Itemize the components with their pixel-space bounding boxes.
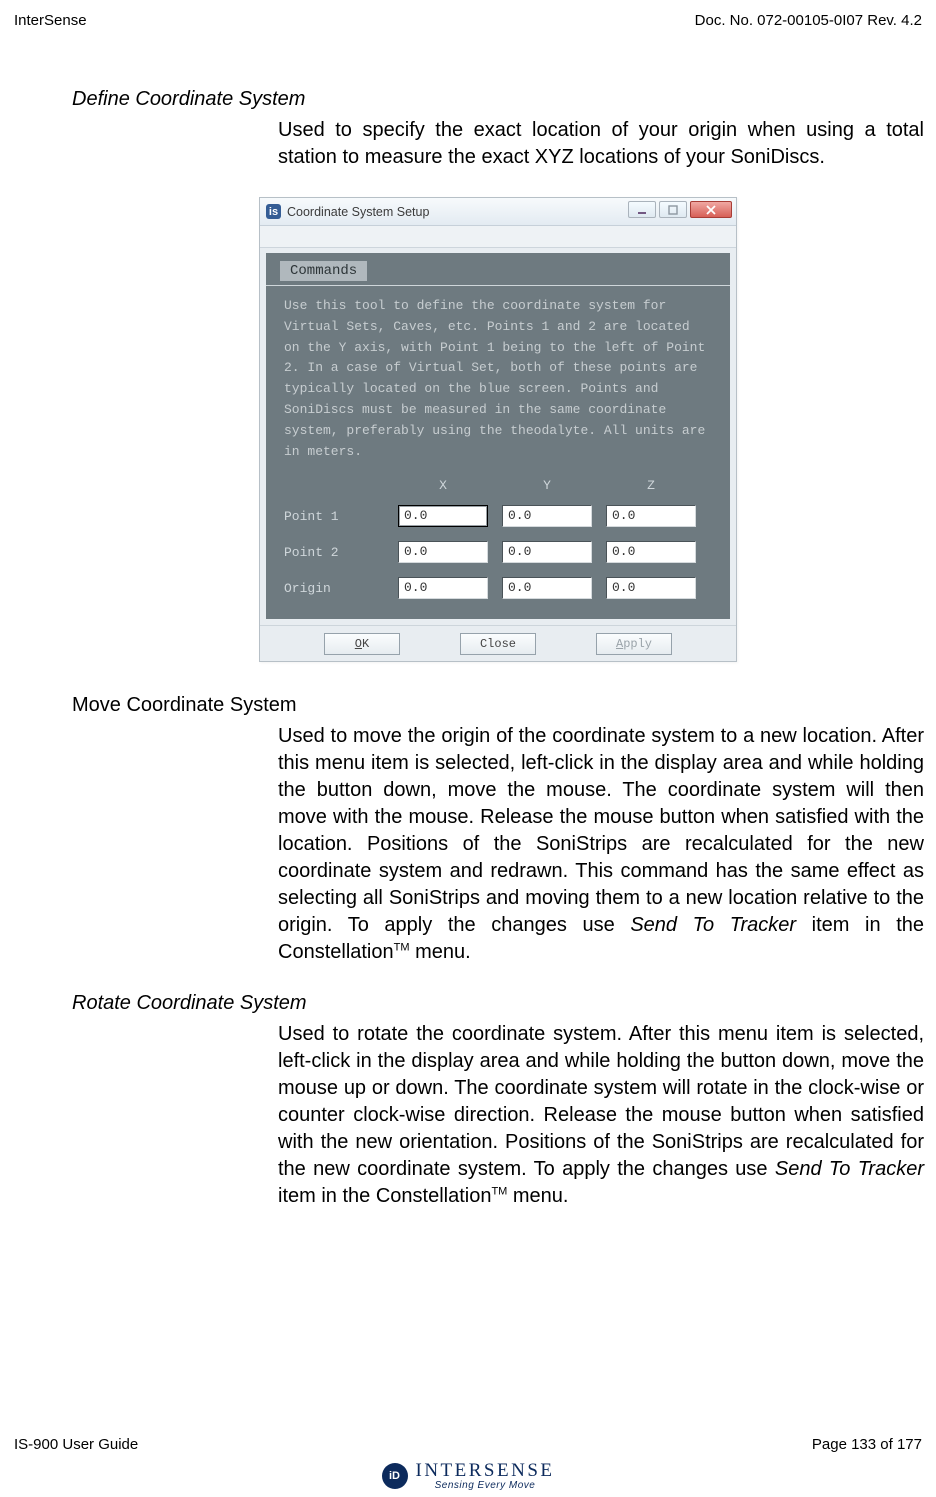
header-right: Doc. No. 072-00105-0I07 Rev. 4.2	[695, 12, 922, 29]
logo-text: INTERSENSE	[416, 1461, 555, 1480]
section-title-define: Define Coordinate System	[72, 88, 924, 111]
menu-commands[interactable]: Commands	[280, 261, 367, 281]
brand-logo: iD INTERSENSE Sensing Every Move	[0, 1461, 936, 1491]
input-point1-z[interactable]: 0.0	[606, 505, 696, 527]
input-point2-x[interactable]: 0.0	[398, 541, 488, 563]
row-label-origin: Origin	[284, 581, 384, 596]
footer-left: IS-900 User Guide	[14, 1436, 138, 1453]
input-point2-y[interactable]: 0.0	[502, 541, 592, 563]
dialog-title-text: Coordinate System Setup	[287, 205, 429, 219]
section-body-define: Used to specify the exact location of yo…	[278, 117, 924, 171]
header-left: InterSense	[14, 12, 87, 29]
input-origin-y[interactable]: 0.0	[502, 577, 592, 599]
dialog-titlebar[interactable]: is Coordinate System Setup	[260, 198, 736, 226]
col-z: Z	[606, 478, 696, 493]
logo-badge-icon: iD	[382, 1463, 408, 1489]
apply-button[interactable]: Apply	[596, 633, 672, 655]
dialog-coordinate-system-setup: is Coordinate System Setup Co	[259, 197, 737, 662]
row-label-point2: Point 2	[284, 545, 384, 560]
input-point1-y[interactable]: 0.0	[502, 505, 592, 527]
section-body-move: Used to move the origin of the coordinat…	[278, 723, 924, 966]
section-title-rotate: Rotate Coordinate System	[72, 992, 924, 1015]
section-body-rotate: Used to rotate the coordinate system. Af…	[278, 1021, 924, 1210]
ok-button[interactable]: OK	[324, 633, 400, 655]
dialog-description: Use this tool to define the coordinate s…	[266, 292, 730, 472]
close-dialog-button[interactable]: Close	[460, 633, 536, 655]
logo-subtext: Sensing Every Move	[416, 1480, 555, 1491]
maximize-button[interactable]	[659, 201, 687, 218]
close-button[interactable]	[690, 201, 732, 218]
menu-bar	[260, 226, 736, 248]
col-x: X	[398, 478, 488, 493]
minimize-button[interactable]	[628, 201, 656, 218]
input-point2-z[interactable]: 0.0	[606, 541, 696, 563]
input-origin-x[interactable]: 0.0	[398, 577, 488, 599]
section-title-move: Move Coordinate System	[72, 694, 924, 717]
row-label-point1: Point 1	[284, 509, 384, 524]
col-y: Y	[502, 478, 592, 493]
footer-right: Page 133 of 177	[812, 1436, 922, 1453]
app-icon: is	[266, 204, 281, 219]
input-origin-z[interactable]: 0.0	[606, 577, 696, 599]
input-point1-x[interactable]: 0.0	[398, 505, 488, 527]
